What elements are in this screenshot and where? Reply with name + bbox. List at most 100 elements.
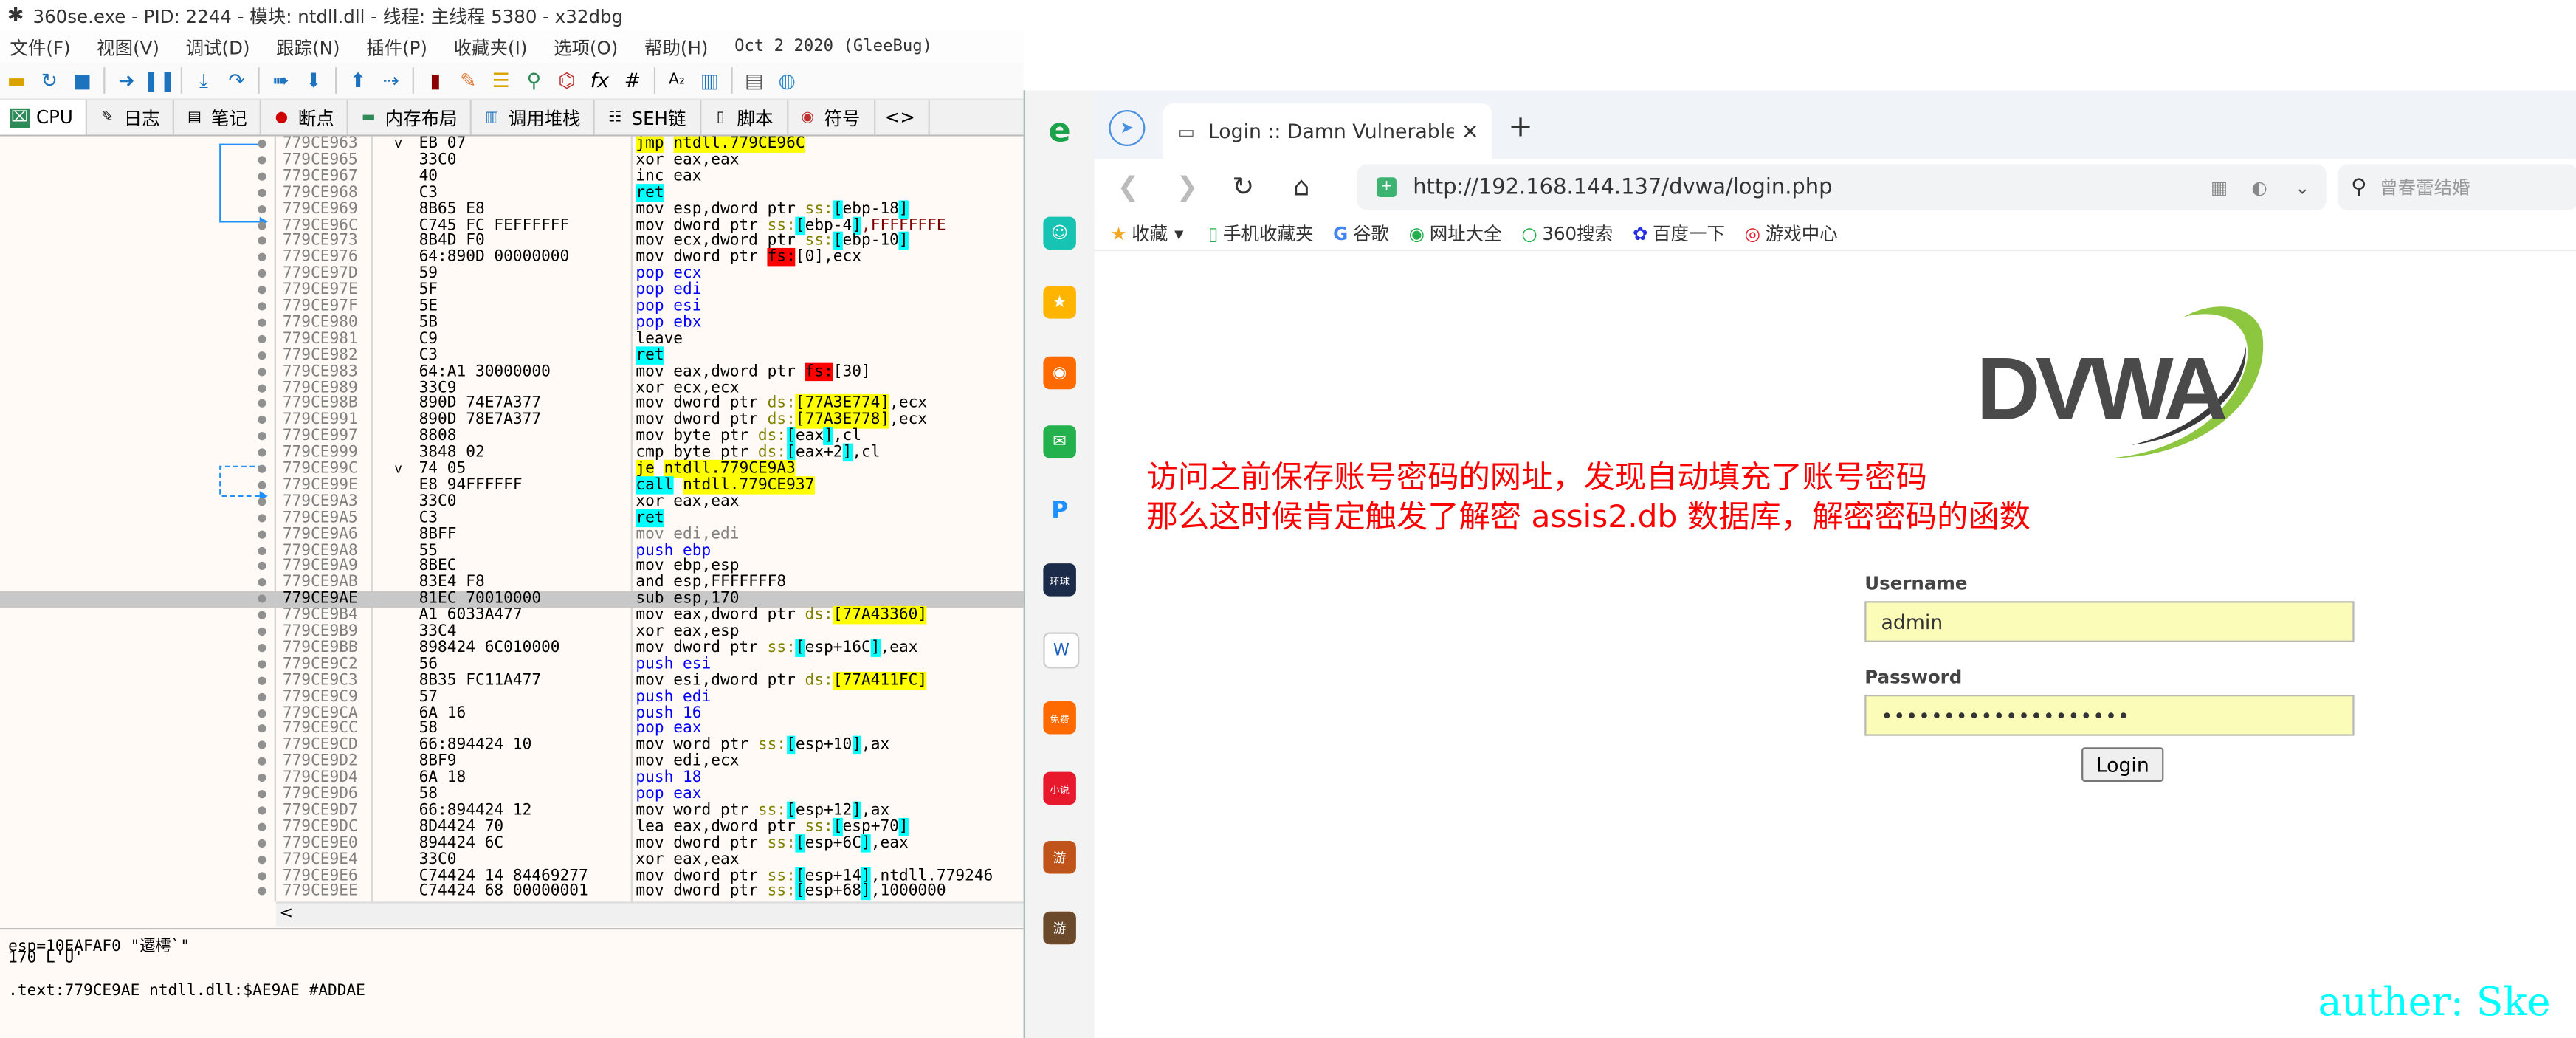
instruction-row[interactable]: 779CE9C3 8B35 FC11A477 mov esi,dword ptr d… — [0, 671, 1024, 690]
step-over-icon[interactable]: ↷ — [224, 67, 250, 94]
patch-icon[interactable]: ▮ — [422, 67, 449, 94]
breakpoint-dot-icon[interactable] — [258, 871, 266, 880]
breakpoint-dot-icon[interactable] — [258, 351, 266, 360]
instruction-row[interactable]: 779CE9A5 C3 ret — [0, 508, 1024, 527]
instruction-row[interactable]: 779CE9D7 66:894424 12 mov word ptr ss:[esp… — [0, 801, 1024, 819]
breakpoint-dot-icon[interactable] — [258, 318, 266, 327]
globe-icon[interactable]: ◍ — [774, 67, 800, 94]
menu-help[interactable]: 帮助(H) — [644, 34, 708, 61]
instruction-row[interactable]: 779CE969 8B65 E8 mov esp,dword ptr ss:[ebp… — [0, 199, 1024, 218]
security-icon[interactable]: + — [1377, 177, 1397, 197]
pause-icon[interactable]: ❚❚ — [143, 67, 176, 94]
instruction-row[interactable]: 779CE9E4 33C0 xor eax,eax — [0, 851, 1024, 868]
breakpoint-dot-icon[interactable] — [258, 724, 266, 734]
breakpoint-dot-icon[interactable] — [258, 302, 266, 311]
breakpoint-dot-icon[interactable] — [258, 774, 266, 783]
menu-plugins[interactable]: 插件(P) — [366, 34, 427, 61]
breakpoint-dot-icon[interactable] — [258, 887, 266, 896]
breakpoint-dot-icon[interactable] — [258, 594, 266, 603]
tab-login[interactable]: ▭ Login :: Damn Vulnerable We × — [1163, 103, 1492, 159]
instruction-row[interactable]: 779CE99C v 74 05 je ntdll.779CE9A3 — [0, 459, 1024, 478]
instruction-row[interactable]: 779CE97D 59 pop ecx — [0, 266, 1024, 283]
instruction-row[interactable]: 779CE99E E8 94FFFFFF call ntdll.779CE937 — [0, 475, 1024, 495]
restart-icon[interactable]: ↻ — [36, 67, 63, 94]
run-icon[interactable]: ➜ — [114, 67, 140, 94]
trace-over-icon[interactable]: ⬇ — [300, 67, 327, 94]
breakpoint-dot-icon[interactable] — [258, 464, 266, 473]
trace-into-icon[interactable]: ➠ — [268, 67, 295, 94]
close-tab-icon[interactable]: × — [1461, 119, 1479, 143]
qr-code-icon[interactable]: ▦ — [2211, 176, 2228, 198]
instruction-row[interactable]: 779CE9DC 8D4424 70 lea eax,dword ptr ss:[e… — [0, 817, 1024, 836]
labels-icon[interactable]: ☰ — [488, 67, 514, 94]
instruction-row[interactable]: 779CE9E0 894424 6C mov dword ptr ss:[esp+6… — [0, 834, 1024, 852]
instruction-row[interactable]: 779CE963 v EB 07 jmp ntdll.779CE96C — [0, 136, 1024, 153]
script-icon[interactable]: ▥ — [697, 67, 723, 94]
instruction-row[interactable]: 779CE9AB 83E4 F8 and esp,FFFFFFF8 — [0, 574, 1024, 591]
game-icon[interactable]: 游 — [1043, 911, 1076, 945]
breakpoint-dot-icon[interactable] — [258, 448, 266, 457]
instruction-row[interactable]: 779CE982 C3 ret — [0, 346, 1024, 365]
bookmark-icon[interactable]: ⚲ — [521, 67, 548, 94]
instruction-row[interactable]: 779CE973 8B4D F0 mov ecx,dword ptr ss:[ebp… — [0, 232, 1024, 251]
instruction-row[interactable]: 779CE9D6 58 pop eax — [0, 786, 1024, 803]
breakpoint-dot-icon[interactable] — [258, 627, 266, 636]
horizontal-scrollbar[interactable]: < — [275, 901, 1024, 927]
instruction-row[interactable]: 779CE9AE 81EC 70010000 sub esp,170 — [0, 591, 1024, 608]
address-bar[interactable]: + http://192.168.144.137/dvwa/login.php … — [1357, 164, 2327, 210]
username-input[interactable]: admin — [1864, 601, 2355, 642]
instruction-row[interactable]: 779CE9A6 8BFF mov edi,edi — [0, 526, 1024, 543]
breakpoint-dot-icon[interactable] — [258, 432, 266, 441]
mail-icon[interactable]: ✉ — [1043, 425, 1076, 458]
breakpoint-dot-icon[interactable] — [258, 481, 266, 489]
breakpoint-dot-icon[interactable] — [258, 546, 266, 554]
instruction-row[interactable]: 779CE9A3 33C0 xor eax,eax — [0, 493, 1024, 510]
tab-cpu[interactable]: ⌧ CPU — [0, 100, 88, 135]
open-icon[interactable]: ▬ — [3, 67, 30, 94]
breakpoint-dot-icon[interactable] — [258, 855, 266, 864]
instruction-row[interactable]: 779CE9C9 57 push edi — [0, 688, 1024, 705]
instruction-row[interactable]: 779CE97E 5F pop edi — [0, 282, 1024, 299]
breakpoint-dot-icon[interactable] — [258, 188, 266, 197]
tab-script[interactable]: ▯ 脚本 — [701, 100, 788, 135]
navigation-icon[interactable]: ➤ — [1109, 110, 1146, 146]
sidebar-favorites-icon[interactable]: ★ — [1043, 286, 1076, 319]
tab-memory-map[interactable]: ▬ 内存布局 — [349, 100, 472, 135]
menu-trace[interactable]: 跟踪(N) — [276, 34, 340, 61]
comments-icon[interactable]: ✎ — [455, 67, 482, 94]
breakpoint-dot-icon[interactable] — [258, 367, 266, 376]
menu-favourites[interactable]: 收藏夹(I) — [454, 34, 528, 61]
breakpoint-dot-icon[interactable] — [258, 822, 266, 831]
instruction-row[interactable]: 779CE9C2 56 push esi — [0, 656, 1024, 673]
breakpoint-dot-icon[interactable] — [258, 237, 266, 246]
search-box[interactable]: ⚲ 曾春蕾结婚 — [2338, 164, 2576, 210]
calculator-icon[interactable]: ▤ — [741, 67, 768, 94]
instruction-row[interactable]: 779CE965 33C0 xor eax,eax — [0, 152, 1024, 169]
instruction-row[interactable]: 779CE98B 890D 74E7A377 mov dword ptr ds:[7… — [0, 394, 1024, 413]
breakpoint-dot-icon[interactable] — [258, 790, 266, 799]
world-news-icon[interactable]: 环球 — [1043, 563, 1076, 597]
instruction-row[interactable]: 779CE9B9 33C4 xor eax,esp — [0, 623, 1024, 640]
tab-log[interactable]: ✎ 日志 — [88, 100, 175, 135]
breakpoint-dot-icon[interactable] — [258, 659, 266, 669]
breakpoint-dot-icon[interactable] — [258, 497, 266, 506]
password-input[interactable]: •••••••••••••••••••• — [1864, 695, 2355, 736]
execute-till-user-icon[interactable]: ⇢ — [378, 67, 404, 94]
tab-notes[interactable]: ▤ 笔记 — [175, 100, 262, 135]
url-text[interactable]: http://192.168.144.137/dvwa/login.php — [1413, 175, 1832, 199]
search-placeholder[interactable]: 曾春蕾结婚 — [2380, 174, 2470, 201]
bookmark-google[interactable]: G 谷歌 — [1333, 220, 1389, 247]
bookmark-game-center[interactable]: ◎ 游戏中心 — [1745, 220, 1838, 247]
instruction-row[interactable]: 779CE9D2 8BF9 mov edi,ecx — [0, 754, 1024, 771]
instruction-row[interactable]: 779CE9A8 55 push ebp — [0, 542, 1024, 559]
new-tab-icon[interactable]: + — [1508, 110, 1533, 145]
instruction-row[interactable]: 779CE968 C3 ret — [0, 183, 1024, 202]
tab-symbols[interactable]: ◉ 符号 — [788, 100, 875, 135]
breakpoint-dot-icon[interactable] — [258, 741, 266, 750]
instruction-row[interactable]: 779CE967 40 inc eax — [0, 168, 1024, 185]
word-icon[interactable]: W — [1043, 632, 1080, 669]
login-button[interactable]: Login — [2081, 747, 2164, 782]
bookmark-mobile[interactable]: ▯ 手机收藏夹 — [1208, 220, 1314, 247]
instruction-row[interactable]: 779CE9B4 A1 6033A477 mov eax,dword ptr ds:… — [0, 606, 1024, 625]
instruction-row[interactable]: 779CE9CD 66:894424 10 mov word ptr ss:[esp… — [0, 736, 1024, 755]
